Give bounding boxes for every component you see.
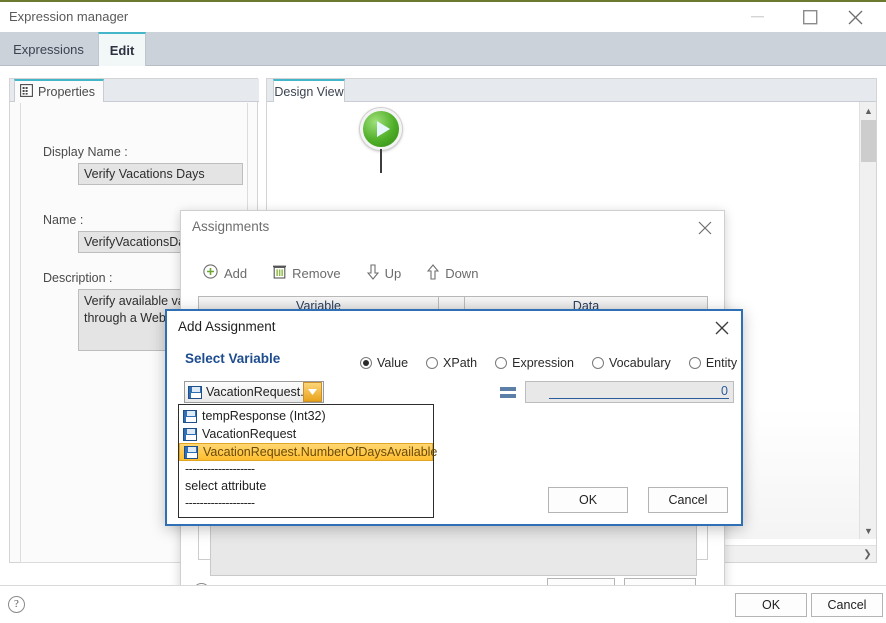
window-footer: ? OK Cancel [0, 585, 886, 623]
radio-vocabulary-label: Vocabulary [608, 356, 671, 370]
body-area: Properties Display Name : Verify Vacatio… [0, 66, 886, 615]
radio-vocabulary[interactable]: Vocabulary [591, 356, 671, 370]
display-name-label: Display Name : [43, 145, 128, 159]
down-button-label: Down [445, 265, 479, 281]
radio-expression-dot [495, 357, 508, 369]
variable-combobox-value: VacationRequest. [206, 385, 303, 399]
expression-manager-window: Expression manager Expressions Edit Prop… [0, 0, 886, 623]
footer-cancel-button[interactable]: Cancel [811, 593, 883, 617]
radio-value-dot [360, 357, 372, 369]
play-triangle [376, 121, 390, 137]
chevron-right-icon[interactable]: ❯ [859, 546, 876, 562]
design-vertical-scrollbar[interactable]: ▲ ▼ [859, 102, 876, 539]
down-button[interactable]: Down [427, 263, 479, 283]
tab-properties-label: Properties [38, 84, 95, 99]
value-type-radio-group: Value XPath Expression Vocabulary Entity [360, 356, 737, 370]
equals-operator-icon [500, 387, 516, 398]
vertical-scroll-thumb[interactable] [861, 120, 876, 162]
radio-entity[interactable]: Entity [688, 356, 738, 370]
add-assignment-cancel-button[interactable]: Cancel [648, 487, 728, 513]
name-label: Name : [43, 213, 84, 227]
tab-design-view[interactable]: Design View [273, 79, 345, 102]
tab-expressions-label: Expressions [13, 41, 84, 57]
tab-edit-label: Edit [109, 42, 135, 58]
add-assignment-dialog-title: Add Assignment [178, 319, 276, 334]
flow-connector [380, 149, 382, 173]
main-tab-strip: Expressions Edit [0, 32, 886, 66]
up-button[interactable]: Up [366, 263, 402, 283]
help-icon[interactable]: ? [8, 596, 25, 613]
radio-vocabulary-dot [591, 357, 604, 369]
list-item-label: VacationRequest.NumberOfDaysAvailable [203, 445, 438, 459]
add-button[interactable]: Add [203, 264, 247, 282]
arrow-up-icon [366, 263, 379, 283]
floppy-variable-icon [183, 409, 197, 423]
list-item-label: VacationRequest [202, 427, 297, 441]
close-icon[interactable] [833, 2, 878, 32]
radio-xpath-dot [426, 357, 439, 369]
list-item[interactable]: VacationRequest [179, 425, 433, 443]
assignments-dialog-title: Assignments [192, 219, 270, 234]
select-variable-label: Select Variable [185, 351, 281, 366]
tab-design-view-label: Design View [274, 84, 344, 99]
maximize-icon[interactable] [788, 2, 833, 32]
list-item-label: tempResponse (Int32) [202, 409, 326, 423]
dropdown-arrow-icon[interactable] [303, 382, 322, 402]
remove-button-label: Remove [292, 265, 341, 281]
assignments-toolbar: Add Remove Up Down [203, 261, 478, 285]
radio-value-label: Value [377, 356, 409, 370]
display-name-input[interactable]: Verify Vacations Days [78, 163, 243, 185]
minimize-icon[interactable] [735, 2, 780, 32]
list-item[interactable]: tempResponse (Int32) [179, 407, 433, 425]
design-tab-row: Design View [267, 79, 876, 102]
window-title: Expression manager [9, 9, 129, 24]
tab-expressions[interactable]: Expressions [0, 32, 97, 66]
up-button-label: Up [384, 265, 402, 281]
floppy-variable-icon [188, 385, 202, 399]
chevron-up-icon[interactable]: ▲ [860, 102, 877, 119]
list-item-select-attribute[interactable]: select attribute [179, 476, 433, 495]
value-input-underline [549, 398, 729, 399]
radio-value[interactable]: Value [360, 356, 408, 370]
radio-entity-label: Entity [705, 356, 738, 370]
add-assignment-ok-button[interactable]: OK [548, 487, 628, 513]
radio-expression-label: Expression [512, 356, 574, 370]
trash-icon [273, 264, 287, 282]
radio-expression[interactable]: Expression [495, 356, 574, 370]
description-label: Description : [43, 271, 113, 285]
properties-tab-row: Properties [10, 79, 259, 102]
radio-xpath[interactable]: XPath [426, 356, 477, 370]
list-separator: ------------------- [185, 495, 255, 510]
value-input[interactable]: 0 [525, 381, 734, 403]
tab-edit[interactable]: Edit [98, 32, 146, 66]
variable-dropdown-list[interactable]: tempResponse (Int32) VacationRequest Vac… [178, 404, 437, 518]
floppy-variable-icon [183, 427, 197, 441]
variable-combobox[interactable]: VacationRequest. [184, 381, 324, 403]
arrow-down-icon [427, 263, 440, 283]
list-separator: ------------------- [185, 461, 255, 476]
tab-properties[interactable]: Properties [14, 79, 104, 102]
remove-button[interactable]: Remove [273, 264, 341, 282]
close-icon[interactable] [694, 217, 716, 239]
value-input-text: 0 [721, 384, 728, 398]
title-bar: Expression manager [0, 2, 886, 32]
floppy-variable-icon [184, 445, 198, 459]
plus-circle-icon [203, 264, 218, 282]
footer-ok-button[interactable]: OK [735, 593, 807, 617]
radio-xpath-label: XPath [443, 356, 478, 370]
add-button-label: Add [224, 265, 248, 281]
chevron-down-icon[interactable]: ▼ [860, 522, 877, 539]
list-item-selected[interactable]: VacationRequest.NumberOfDaysAvailable [179, 443, 437, 461]
properties-grid-icon [20, 83, 33, 100]
close-icon[interactable] [711, 317, 733, 339]
radio-entity-dot [688, 357, 701, 369]
start-play-icon[interactable] [360, 108, 402, 150]
